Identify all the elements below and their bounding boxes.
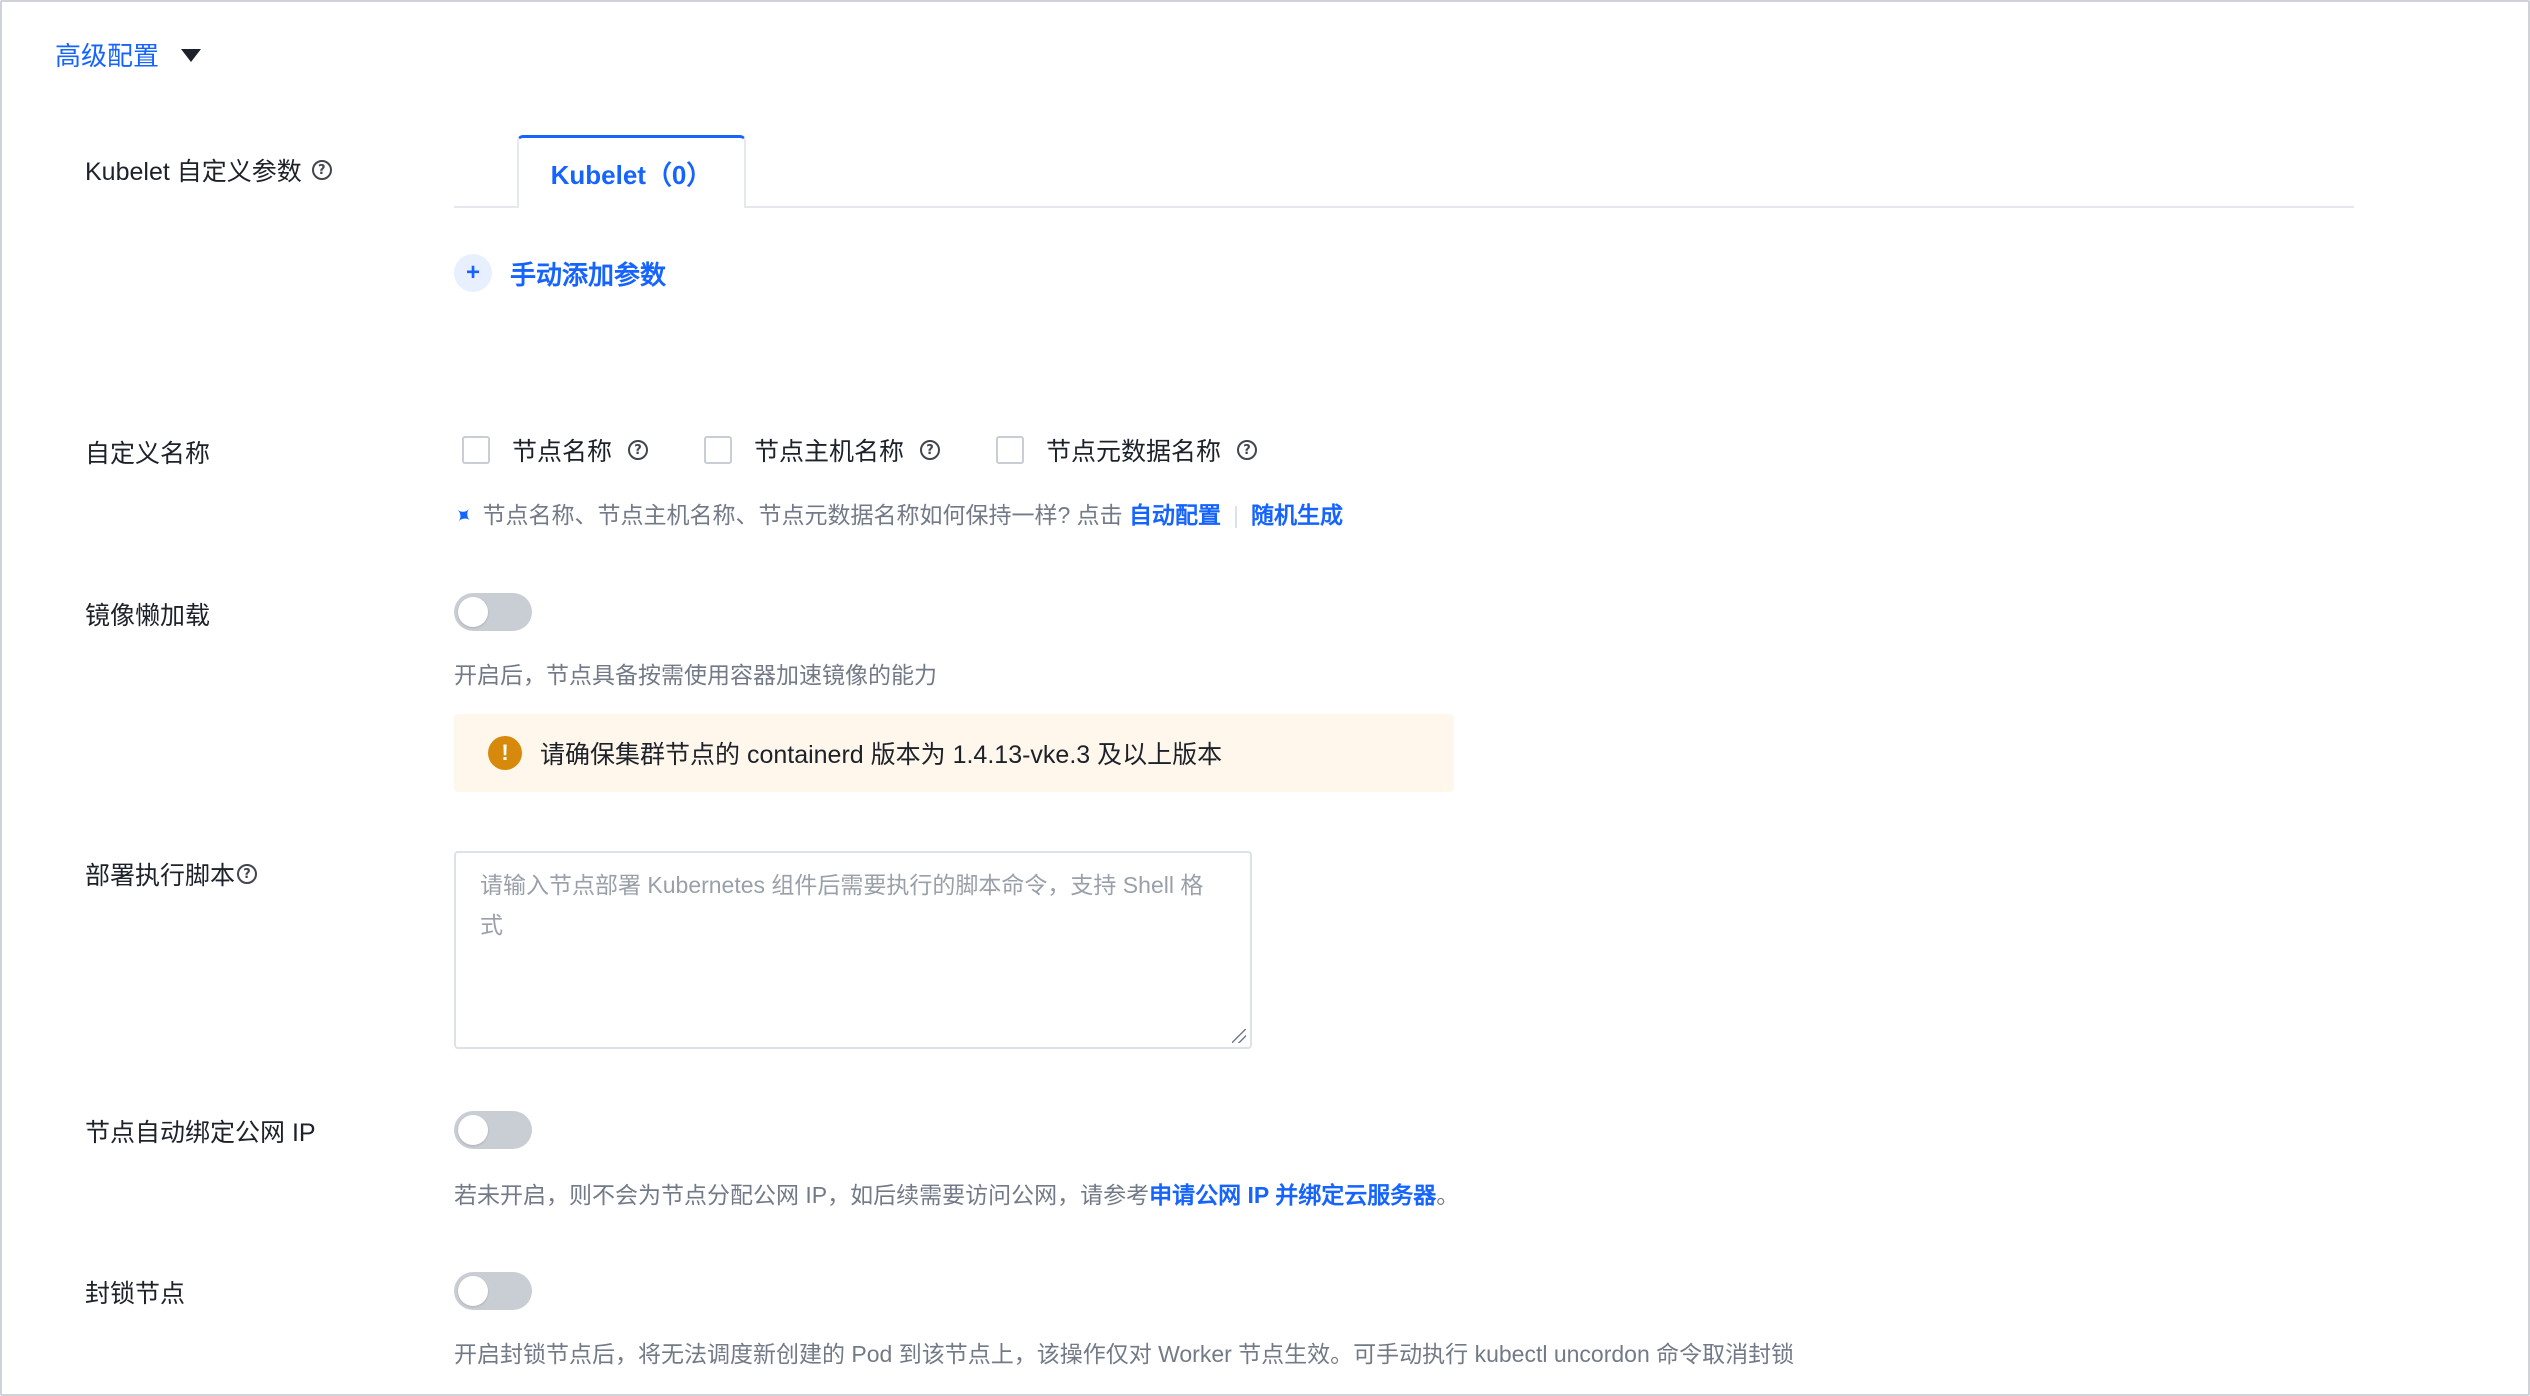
plus-icon: +	[454, 254, 492, 292]
public-ip-hint: 若未开启，则不会为节点分配公网 IP，如后续需要访问公网，请参考申请公网 IP …	[454, 1176, 1459, 1210]
auto-config-link[interactable]: 自动配置	[1129, 502, 1221, 528]
warning-text: 请确保集群节点的 containerd 版本为 1.4.13-vke.3 及以上…	[540, 741, 1223, 769]
kubelet-params-label-text: Kubelet 自定义参数	[85, 158, 302, 186]
deploy-script-label-text: 部署执行脚本	[85, 862, 236, 890]
cordon-hint: 开启封锁节点后，将无法调度新创建的 Pod 到该节点上，该操作仅对 Worker…	[454, 1341, 1795, 1367]
deploy-script-textarea[interactable]: 请输入节点部署 Kubernetes 组件后需要执行的脚本命令，支持 Shell…	[454, 851, 1252, 1049]
custom-name-label-text: 自定义名称	[85, 440, 211, 468]
link-divider	[1235, 505, 1238, 528]
warning-icon: !	[488, 736, 522, 770]
help-icon[interactable]: ?	[628, 440, 649, 460]
tab-kubelet-label: Kubelet（0）	[550, 159, 713, 190]
help-icon[interactable]: ?	[920, 440, 941, 460]
pin-icon: ✦	[448, 500, 479, 532]
textarea-placeholder: 请输入节点部署 Kubernetes 组件后需要执行的脚本命令，支持 Shell…	[480, 872, 1204, 938]
deploy-script-label: 部署执行脚本 ?	[85, 856, 258, 892]
custom-name-hint-text: 节点名称、节点主机名称、节点元数据名称如何保持一样? 点击	[482, 502, 1123, 528]
custom-name-hint: ✦ 节点名称、节点主机名称、节点元数据名称如何保持一样? 点击 自动配置 随机生成	[448, 496, 1343, 531]
checkbox-node-hostname[interactable]: 节点主机名称 ?	[704, 432, 941, 468]
public-ip-hint-suffix: 。	[1436, 1182, 1460, 1208]
switch-knob	[458, 1115, 488, 1145]
kubelet-params-label: Kubelet 自定义参数 ?	[85, 152, 332, 188]
checkbox-label: 节点主机名称	[754, 438, 905, 466]
lazy-load-warning: ! 请确保集群节点的 containerd 版本为 1.4.13-vke.3 及…	[454, 714, 1454, 792]
help-icon[interactable]: ?	[311, 160, 332, 180]
tab-kubelet[interactable]: Kubelet（0）	[517, 135, 746, 208]
switch-knob	[458, 1276, 488, 1306]
add-param-label: 手动添加参数	[510, 259, 667, 290]
lazy-load-switch[interactable]	[454, 593, 532, 631]
section-title: 高级配置	[55, 41, 160, 71]
custom-name-label: 自定义名称	[85, 434, 210, 470]
help-icon[interactable]: ?	[237, 864, 258, 884]
public-ip-hint-prefix: 若未开启，则不会为节点分配公网 IP，如后续需要访问公网，请参考	[454, 1182, 1150, 1208]
custom-name-checkboxes: 节点名称 ? 节点主机名称 ? 节点元数据名称 ?	[462, 432, 1313, 468]
help-icon[interactable]: ?	[1237, 440, 1258, 460]
checkbox-box[interactable]	[462, 436, 490, 464]
lazy-load-hint: 开启后，节点具备按需使用容器加速镜像的能力	[454, 662, 937, 688]
caret-down-icon	[181, 49, 202, 62]
checkbox-node-metadata-name[interactable]: 节点元数据名称 ?	[996, 432, 1258, 468]
checkbox-box[interactable]	[704, 436, 733, 464]
advanced-config-toggle[interactable]: 高级配置	[55, 36, 202, 73]
public-ip-label-text: 节点自动绑定公网 IP	[85, 1119, 316, 1147]
add-param-button[interactable]: + 手动添加参数	[454, 254, 666, 292]
lazy-load-label-text: 镜像懒加载	[85, 602, 211, 630]
checkbox-label: 节点名称	[512, 438, 613, 466]
public-ip-label: 节点自动绑定公网 IP	[85, 1113, 316, 1149]
cordon-switch[interactable]	[454, 1272, 532, 1310]
lazy-load-label: 镜像懒加载	[85, 596, 210, 632]
cordon-label-text: 封锁节点	[85, 1280, 186, 1308]
advanced-config-panel: 高级配置 Kubelet 自定义参数 ? Kubelet（0） + 手动添加参数…	[0, 0, 2530, 1396]
checkbox-label: 节点元数据名称	[1046, 438, 1222, 466]
switch-knob	[458, 597, 488, 627]
cordon-label: 封锁节点	[85, 1274, 185, 1310]
resize-handle[interactable]	[1232, 1029, 1246, 1043]
apply-public-ip-link[interactable]: 申请公网 IP 并绑定云服务器	[1149, 1182, 1436, 1208]
public-ip-switch[interactable]	[454, 1111, 532, 1149]
checkbox-node-name[interactable]: 节点名称 ?	[462, 432, 649, 468]
checkbox-box[interactable]	[996, 436, 1025, 464]
random-generate-link[interactable]: 随机生成	[1251, 502, 1343, 528]
